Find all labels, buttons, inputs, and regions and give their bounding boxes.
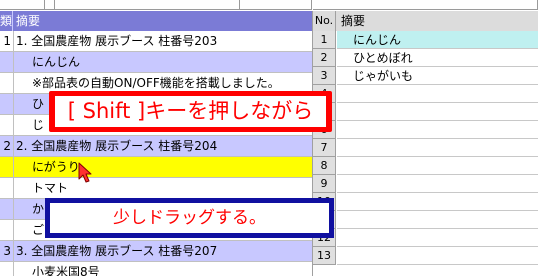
top-strip-segment <box>0 0 45 10</box>
instruction-callout-drag: 少しドラッグする。 <box>45 198 334 238</box>
instruction-callout-shift: [ Shift ]キーを押しながら <box>49 91 332 132</box>
callout-inner: 少しドラッグする。 <box>50 203 329 233</box>
row-number: 1 <box>313 31 336 49</box>
top-strip-segment <box>313 0 538 10</box>
summary-cell[interactable] <box>337 121 538 139</box>
table-row[interactable]: トマト <box>0 178 312 199</box>
summary-cell[interactable] <box>337 211 538 229</box>
table-row[interactable]: 1 1. 全国農産物 展示ブース 柱番号203 <box>0 31 312 52</box>
summary-cell[interactable]: にんじん <box>337 31 538 49</box>
row-number <box>0 178 13 198</box>
row-number <box>0 220 13 240</box>
list-item[interactable]: 12 <box>313 229 538 247</box>
summary-cell[interactable] <box>337 157 538 175</box>
row-number: 3 <box>3 244 11 258</box>
summary-cell[interactable] <box>337 247 538 265</box>
row-number <box>0 199 13 219</box>
table-row[interactable]: 2 2. 全国農産物 展示ブース 柱番号204 <box>0 136 312 157</box>
column-divider <box>13 220 14 241</box>
summary-cell[interactable] <box>337 139 538 157</box>
list-item[interactable]: 9 <box>313 175 538 193</box>
right-col-header-summary[interactable]: 摘要 <box>341 11 365 31</box>
row-summary-text: ご <box>32 223 45 237</box>
column-divider <box>13 52 14 73</box>
row-number: 8 <box>313 157 336 175</box>
top-strip-segment <box>55 0 240 10</box>
instruction-text-drag: 少しドラッグする。 <box>113 208 266 228</box>
top-strip <box>0 0 538 11</box>
row-summary-text: 2. 全国農産物 展示ブース 柱番号204 <box>16 139 218 153</box>
mouse-pointer-icon <box>78 162 92 183</box>
row-summary-text: 1. 全国農産物 展示ブース 柱番号203 <box>16 34 218 48</box>
list-item[interactable]: 13 <box>313 247 538 265</box>
right-grid-header: No. 摘要 <box>313 11 538 31</box>
row-summary-text: ひ <box>32 97 45 111</box>
column-divider <box>13 241 14 262</box>
row-summary-text: じ <box>32 118 45 132</box>
row-number <box>0 52 13 72</box>
column-divider <box>13 157 14 178</box>
row-number <box>0 262 13 276</box>
top-strip-segment <box>240 0 312 10</box>
row-summary-text: ※部品表の自動ON/OFF機能を搭載しました。 <box>32 76 280 90</box>
row-number: 7 <box>313 139 336 157</box>
column-divider <box>13 73 14 94</box>
row-summary-text: にがうり <box>32 160 80 174</box>
column-divider <box>13 136 14 157</box>
row-number: 13 <box>313 247 336 265</box>
row-number: 9 <box>313 175 336 193</box>
left-col-header-num[interactable]: 類 <box>0 11 13 31</box>
row-number <box>0 73 13 93</box>
row-summary-text: トマト <box>32 181 69 195</box>
list-item[interactable]: 11 <box>313 211 538 229</box>
summary-cell[interactable]: じゃがいも <box>337 67 538 85</box>
summary-cell[interactable]: ひとめぼれ <box>337 49 538 67</box>
column-divider <box>13 199 14 220</box>
list-item[interactable]: 6 <box>313 121 538 139</box>
row-number: 2 <box>3 139 11 153</box>
left-col-header-summary[interactable]: 摘要 <box>16 11 40 31</box>
summary-cell[interactable] <box>337 85 538 103</box>
column-divider <box>13 31 14 52</box>
row-number <box>0 115 13 135</box>
summary-cell[interactable] <box>337 193 538 211</box>
row-summary-text: にんじん <box>32 55 81 69</box>
row-number: 3 <box>313 67 336 85</box>
list-item[interactable]: 4 <box>313 85 538 103</box>
list-item[interactable]: 2 ひとめぼれ <box>313 49 538 67</box>
column-divider <box>13 94 14 115</box>
left-grid-header: 類 摘要 <box>0 11 312 31</box>
column-divider <box>13 262 14 276</box>
row-number: 1 <box>3 34 11 48</box>
table-row[interactable]: 小麦米国8号 <box>0 262 312 276</box>
table-row[interactable]: にんじん <box>0 52 312 73</box>
right-col-header-num[interactable]: No. <box>313 11 336 31</box>
table-row[interactable]: 3 3. 全国農産物 展示ブース 柱番号207 <box>0 241 312 262</box>
callout-inner: [ Shift ]キーを押しながら <box>55 96 326 127</box>
list-item[interactable]: 3 じゃがいも <box>313 67 538 85</box>
row-number <box>0 94 13 114</box>
row-summary-text: か <box>32 202 45 216</box>
column-divider <box>13 178 14 199</box>
summary-cell[interactable] <box>337 175 538 193</box>
column-divider <box>13 115 14 136</box>
row-summary-text: 3. 全国農産物 展示ブース 柱番号207 <box>16 244 218 258</box>
row-number <box>0 157 13 177</box>
top-strip-segment <box>45 0 55 10</box>
summary-cell[interactable] <box>337 229 538 247</box>
list-item[interactable]: 1 にんじん <box>313 31 538 49</box>
right-grid[interactable]: No. 摘要 1にんじん2ひとめぼれ3じゃがいも45678910111213 <box>313 11 538 276</box>
row-number: 2 <box>313 49 336 67</box>
table-row[interactable]: にがうり <box>0 157 312 178</box>
list-item[interactable]: 5 <box>313 103 538 121</box>
list-item[interactable]: 8 <box>313 157 538 175</box>
summary-cell[interactable] <box>337 103 538 121</box>
list-item[interactable]: 7 <box>313 139 538 157</box>
instruction-text-shift: [ Shift ]キーを押しながら <box>67 99 314 123</box>
row-summary-text: 小麦米国8号 <box>32 265 100 276</box>
list-item[interactable]: 10 <box>313 193 538 211</box>
